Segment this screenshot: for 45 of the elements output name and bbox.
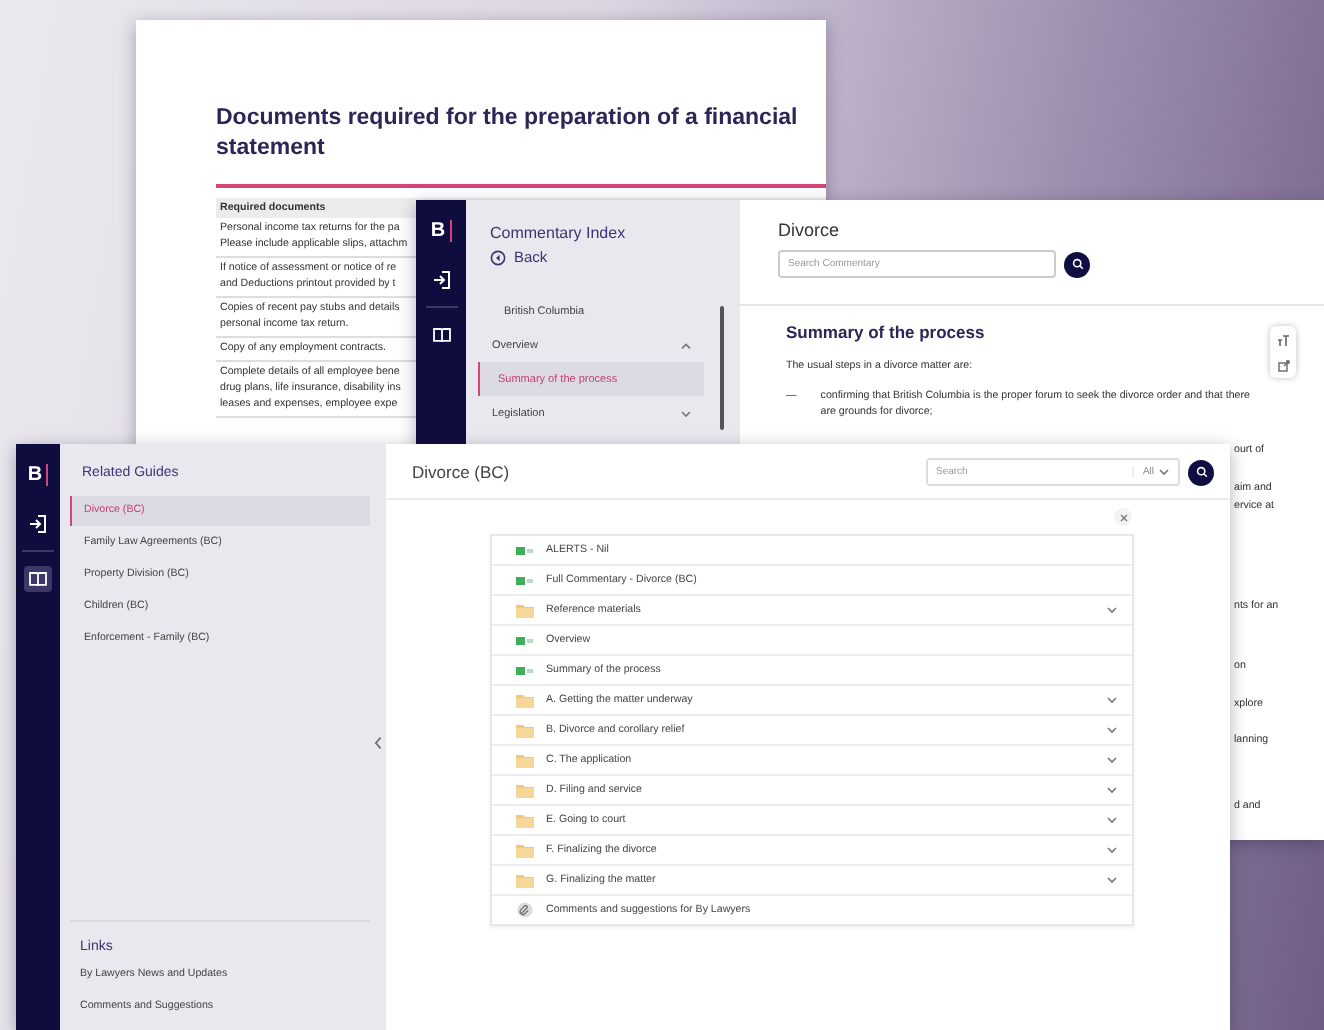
sign-in-icon [28,513,48,533]
panel-title: Commentary Index [488,224,628,242]
close-button[interactable] [1114,508,1132,526]
document-status-icon [516,635,534,645]
text-size-icon[interactable] [1276,333,1290,345]
chevron-icon [1106,606,1118,614]
book-icon [28,570,48,588]
nav-button[interactable] [24,510,52,536]
chevron-icon [1106,876,1118,884]
chevron-icon [1106,726,1118,734]
folder-icon [516,753,534,767]
export-icon[interactable] [1277,359,1289,371]
document-status-icon [516,575,534,585]
nav-button[interactable] [427,322,455,348]
caret-icon [1158,468,1170,476]
search-icon [1195,466,1207,478]
chevron-icon [1106,756,1118,764]
collapse-icon[interactable] [374,736,382,750]
folder-icon [516,813,534,827]
paperclip-icon [516,902,534,918]
folder-icon [516,723,534,737]
folder-icon [516,783,534,797]
page-title: Divorce (BC) [412,462,510,482]
document-status-icon [516,545,534,555]
search-button[interactable] [1064,251,1090,277]
folder-icon [516,693,534,707]
logo: B [430,220,452,242]
scrollbar[interactable] [720,306,724,430]
book-icon [431,326,451,344]
search-button[interactable] [1188,459,1214,485]
logo: B [27,464,49,486]
chevron-icon [1106,786,1118,794]
folder-icon [516,843,534,857]
folder-icon [516,873,534,887]
nav-button[interactable] [24,566,52,592]
document-title: Documents required for the preparation of a financial statement [216,104,800,164]
sign-in-icon [431,269,451,289]
chevron-icon [1106,846,1118,854]
folder-icon [516,603,534,617]
document-status-icon [516,665,534,675]
search-icon [1071,258,1083,270]
back-icon [490,249,506,265]
close-icon [1119,513,1127,521]
chevron-icon [1106,816,1118,824]
chevron-icon [1106,696,1118,704]
